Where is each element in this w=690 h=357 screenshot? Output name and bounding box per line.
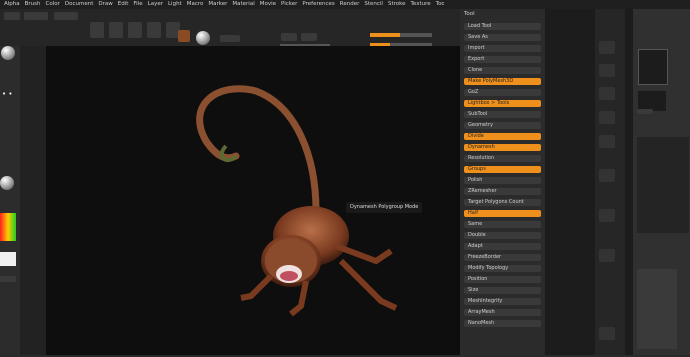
color-accent-button[interactable] — [0, 276, 16, 282]
menu-item[interactable]: File — [133, 1, 142, 7]
menu-item[interactable]: Macro — [187, 1, 204, 7]
menu-item[interactable]: Light — [168, 1, 182, 7]
frame-tool-icon[interactable] — [599, 209, 615, 222]
menu-item[interactable]: Edit — [118, 1, 129, 7]
brush-list[interactable] — [637, 137, 689, 233]
menu-item[interactable]: Marker — [208, 1, 227, 7]
menu-item[interactable]: Color — [46, 1, 60, 7]
menu-item[interactable]: Alpha — [4, 1, 20, 7]
document-canvas[interactable]: Dynamesh Polygroup Mode — [46, 46, 460, 355]
transp-tool-icon[interactable] — [599, 249, 615, 262]
tool-menu-item[interactable]: NanoMesh — [464, 320, 541, 327]
quick-save-button[interactable] — [54, 12, 78, 20]
panel-scrollbar[interactable] — [545, 9, 595, 355]
menubar-items[interactable]: Alpha Brush Color Document Draw Edit File Layer… — [4, 1, 444, 7]
tool-menu-item[interactable]: SubTool — [464, 111, 541, 118]
move-button[interactable] — [128, 22, 142, 38]
tool-menu-item[interactable]: Adapt — [464, 243, 541, 250]
tool-thumb-lizard[interactable] — [638, 49, 668, 85]
tool-menu-item[interactable]: Resolution — [464, 155, 541, 162]
main-color-swatch[interactable] — [0, 252, 16, 266]
tool-menu-item[interactable]: Divide — [464, 133, 541, 140]
menu-item[interactable]: Brush — [25, 1, 41, 7]
tool-menu-item[interactable]: Size — [464, 287, 541, 294]
brush-sphere-icon[interactable] — [1, 46, 15, 60]
tool-menu-item[interactable]: Dynamesh — [464, 144, 541, 151]
mrgb-button[interactable] — [220, 35, 240, 42]
material-swatch[interactable] — [178, 30, 190, 42]
tool-menu-item[interactable]: Position — [464, 276, 541, 283]
stroke-dots-icon[interactable]: • • — [2, 90, 14, 102]
zadd-button[interactable] — [281, 33, 297, 41]
draw-size-slider-fill — [370, 33, 400, 37]
material-preview-icon[interactable] — [0, 176, 14, 190]
tool-menu-item[interactable]: Lightbox > Tools — [464, 100, 541, 107]
tool-menu-item[interactable]: Half — [464, 210, 541, 217]
tool-menu-item[interactable]: MeshIntegrity — [464, 298, 541, 305]
menu-item[interactable]: Layer — [148, 1, 163, 7]
menu-item[interactable]: Movie — [260, 1, 276, 7]
scale-tool-icon[interactable] — [599, 111, 615, 124]
left-shelf — [20, 46, 46, 355]
menu-item[interactable]: Picker — [281, 1, 297, 7]
tool-menu-item[interactable]: FreezeBorder — [464, 254, 541, 261]
settings-stack[interactable] — [637, 269, 677, 349]
menu-item[interactable]: Material — [232, 1, 254, 7]
top-toolbar — [0, 9, 460, 47]
tool-thumb-sub[interactable] — [638, 91, 666, 111]
tooltip: Dynamesh Polygroup Mode — [346, 202, 423, 213]
menu-item[interactable]: Draw — [98, 1, 112, 7]
tool-menu-item[interactable]: Modify Topology — [464, 265, 541, 272]
creature-model[interactable] — [46, 46, 460, 355]
tool-menu-item[interactable]: Polish — [464, 177, 541, 184]
menu-item[interactable]: Texture — [411, 1, 431, 7]
tool-menu-item[interactable]: Double — [464, 232, 541, 239]
tool-menu-item[interactable]: Save As — [464, 34, 541, 41]
edit-button[interactable] — [90, 22, 104, 38]
mesh-tool-icon[interactable] — [599, 64, 615, 77]
left-tray: • • — [0, 46, 20, 355]
tool-menu-item[interactable]: Target Polygons Count — [464, 199, 541, 206]
tool-menu-item[interactable]: Geometry — [464, 122, 541, 129]
tool-menu-item[interactable]: Clone — [464, 67, 541, 74]
tool-menu-item[interactable]: Groups — [464, 166, 541, 173]
draw-button[interactable] — [109, 22, 123, 38]
move-tool-icon[interactable] — [599, 87, 615, 100]
menu-item[interactable]: Tool — [436, 1, 444, 7]
active-tool-icon[interactable] — [599, 169, 615, 182]
right-shelf — [595, 9, 625, 355]
tool-menu-item[interactable]: GoZ — [464, 89, 541, 96]
tool-menu-item[interactable]: Same — [464, 221, 541, 228]
material-sphere-icon[interactable] — [196, 31, 210, 45]
tool-menu-item[interactable]: ZRemesher — [464, 188, 541, 195]
tool-thumbnails — [633, 9, 690, 355]
tool-menu-item[interactable]: Export — [464, 56, 541, 63]
tool-panel: Tool Load Tool Save As Import Export Clone Ma… — [460, 9, 545, 355]
tool-thumb-active[interactable] — [637, 109, 653, 114]
menu-item[interactable]: Document — [65, 1, 94, 7]
tool-menu-item[interactable]: Import — [464, 45, 541, 52]
lightbox-button[interactable] — [24, 12, 48, 20]
tool-menu-item[interactable]: ArrayMesh — [464, 309, 541, 316]
zsub-button[interactable] — [301, 33, 317, 41]
menu-item[interactable]: Render — [340, 1, 360, 7]
tool-menu-item[interactable]: Load Tool — [464, 23, 541, 30]
sphere-tool-icon[interactable] — [599, 41, 615, 54]
tool-panel-title: Tool — [464, 11, 475, 17]
rotate-tool-icon[interactable] — [599, 135, 615, 148]
menu-item[interactable]: Preferences — [302, 1, 334, 7]
subtool-list — [625, 9, 633, 355]
menu-item[interactable]: Stroke — [388, 1, 406, 7]
solo-tool-icon[interactable] — [599, 327, 615, 340]
home-button[interactable] — [4, 12, 20, 20]
tool-menu-item[interactable]: Make PolyMesh3D — [464, 78, 541, 85]
menubar: Alpha Brush Color Document Draw Edit File Layer… — [0, 0, 690, 9]
menu-item[interactable]: Stencil — [364, 1, 383, 7]
color-picker[interactable] — [0, 213, 16, 241]
scale-button[interactable] — [147, 22, 161, 38]
